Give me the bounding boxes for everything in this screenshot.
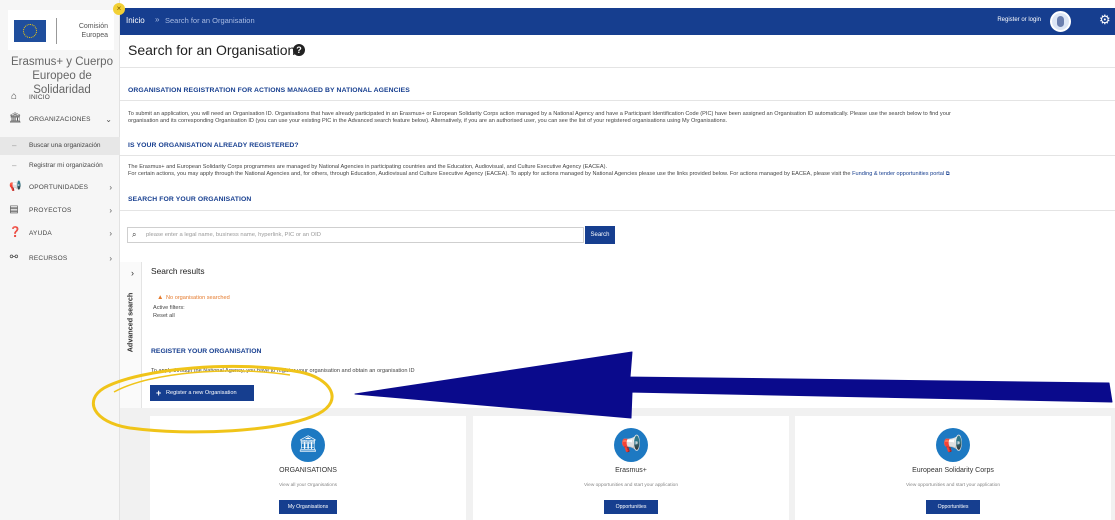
register-heading: REGISTER YOUR ORGANISATION [151,348,262,355]
advanced-search-toggle[interactable]: Advanced search [126,291,135,355]
app-root: Comisión Europea Erasmus+ y Cuerpo Europ… [0,0,1115,520]
divider [120,100,1115,101]
sidebar-item-label: PROYECTOS [29,207,72,214]
chevron-right-icon: › [109,229,112,238]
megaphone-icon: 📢 [9,181,22,192]
active-filters-label: Active filters: [153,305,185,311]
registration-text: To submit an application, you will need … [128,111,951,124]
search-box: ⌕ [127,227,584,243]
breadcrumb-current: Search for an Organisation [165,16,255,25]
plus-icon: + [156,388,162,398]
settings-icon[interactable]: ⚙ [1099,12,1115,28]
projects-icon: ▤ [9,204,19,215]
card-title: European Solidarity Corps [912,467,994,474]
chevron-right-icon: › [109,206,112,215]
logo-divider [56,18,57,44]
results-title: Search results [151,266,205,276]
sidebar-subitem-registrar[interactable]: – Registrar mi organización [0,157,120,175]
section-heading-search: SEARCH FOR YOUR ORGANISATION [128,196,252,203]
sidebar: Comisión Europea Erasmus+ y Cuerpo Europ… [0,0,120,520]
top-bar: Inicio » Search for an Organisation Regi… [120,8,1115,35]
erasmus-opportunities-button[interactable]: Opportunities [604,500,658,514]
sidebar-subitem-buscar[interactable]: – Buscar una organización [0,137,120,155]
avatar[interactable] [1050,11,1071,32]
my-organisations-button[interactable]: My Organisations [279,500,337,514]
chevron-right-icon: › [109,183,112,192]
help-icon: ❓ [9,227,22,238]
megaphone-icon: 📢 [614,428,648,462]
institution-icon: 🏛 [291,428,325,462]
sidebar-item-label: RECURSOS [29,255,68,262]
reset-all-link[interactable]: Reset all [153,313,175,319]
sidebar-subitem-label: Buscar una organización [29,142,101,149]
sidebar-item-proyectos[interactable]: ▤ PROYECTOS › [0,201,120,221]
funding-portal-link[interactable]: Funding & tender opportunities portal [852,171,944,177]
org-name: Comisión Europea [78,23,108,39]
sidebar-item-label: ORGANIZACIONES [29,116,91,123]
divider [120,67,1115,68]
card-title: ORGANISATIONS [279,467,337,474]
page-title: Search for an Organisation [128,42,296,58]
divider [120,155,1115,156]
sidebar-item-label: OPORTUNIDADES [29,184,89,191]
institution-icon: 🏛 [9,113,22,124]
register-button-label: Register a new Organisation [166,390,237,396]
card-title: Erasmus+ [615,467,647,474]
close-icon[interactable]: × [113,3,125,15]
sidebar-subitem-label: Registrar mi organización [29,162,103,169]
breadcrumb-separator: » [155,15,160,24]
card-solidarity-corps: 📢 European Solidarity Corps View opportu… [795,416,1111,520]
already-registered-text: The Erasmus+ and European Solidarity Cor… [128,164,950,177]
card-organisations: 🏛 ORGANISATIONS View all your Organisati… [150,416,466,520]
search-icon: ⌕ [132,230,137,239]
sidebar-item-recursos[interactable]: ⚯ RECURSOS › [0,249,120,269]
chevron-right-icon: › [109,254,112,263]
card-erasmus: 📢 Erasmus+ View opportunities and start … [473,416,789,520]
search-button[interactable]: Search [585,226,615,244]
help-icon[interactable]: ? [293,44,305,56]
register-new-organisation-button[interactable]: + Register a new Organisation [150,385,254,401]
warning-icon: ▲ [157,294,164,301]
chevron-right-icon[interactable]: › [131,268,134,278]
sidebar-item-ayuda[interactable]: ❓ AYUDA › [0,224,120,244]
register-login-link[interactable]: Register or login [997,17,1041,23]
megaphone-icon: 📢 [936,428,970,462]
section-heading-registration: ORGANISATION REGISTRATION FOR ACTIONS MA… [128,87,410,94]
section-heading-already-registered: IS YOUR ORGANISATION ALREADY REGISTERED? [128,142,299,149]
no-results-message: No organisation searched [166,295,230,301]
external-link-icon: ⧉ [945,171,950,177]
breadcrumb-home[interactable]: Inicio [126,16,145,25]
card-subtitle: View opportunities and start your applic… [583,483,679,488]
sidebar-item-label: AYUDA [29,230,52,237]
sidebar-item-organizaciones[interactable]: 🏛 ORGANIZACIONES ⌄ [0,110,120,130]
sidebar-item-oportunidades[interactable]: 📢 OPORTUNIDADES › [0,178,120,198]
card-subtitle: View opportunities and start your applic… [905,483,1001,488]
resources-icon: ⚯ [9,252,19,263]
register-text: To apply through the National Agency, yo… [151,368,415,374]
sidebar-item-label: INICIO [29,94,51,101]
home-icon: ⌂ [10,91,18,102]
eu-flag-icon [14,20,46,42]
sidebar-item-inicio[interactable]: ⌂ INICIO [0,88,120,108]
esc-opportunities-button[interactable]: Opportunities [926,500,980,514]
chevron-down-icon: ⌄ [105,115,112,124]
card-subtitle: View all your Organisations [278,483,338,488]
divider [120,210,1115,211]
search-input[interactable] [146,228,581,242]
